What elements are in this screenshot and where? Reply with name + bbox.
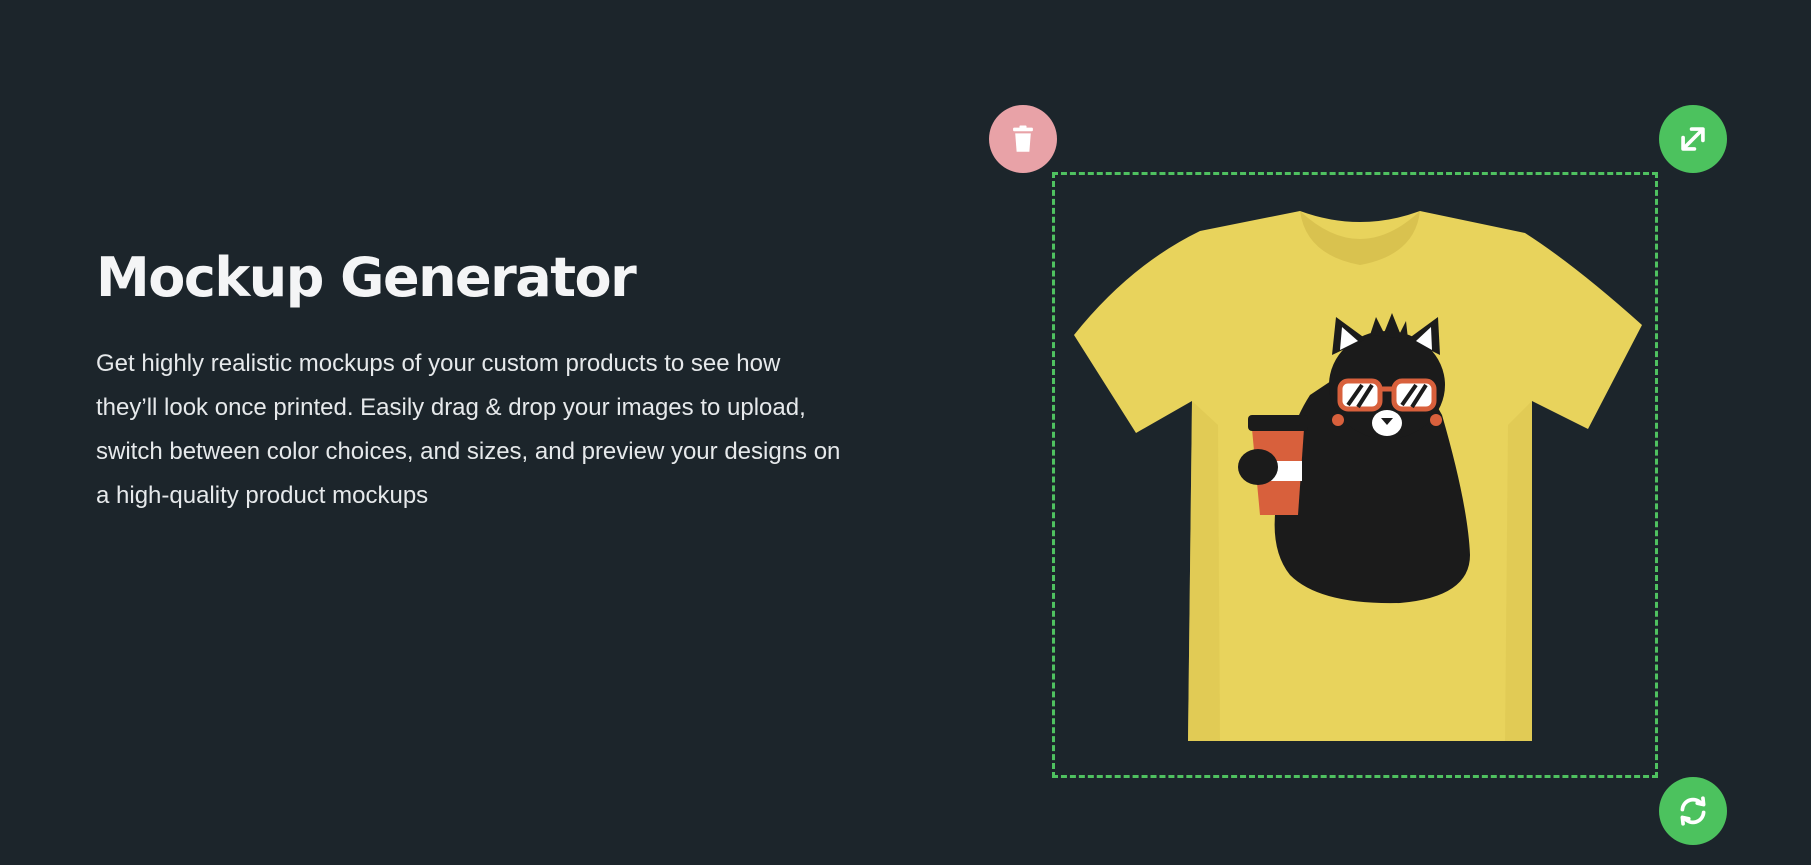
description-line: they’ll look once printed. Easily drag &… (96, 394, 806, 421)
description-line: a high-quality product mockups (96, 482, 429, 509)
trash-icon (1013, 125, 1033, 152)
hero-text: Mockup Generator Get highly realistic mo… (96, 240, 916, 518)
expand-arrows-icon (1681, 127, 1705, 151)
page-title: Mockup Generator (96, 246, 637, 309)
resize-button[interactable] (1659, 105, 1727, 173)
refresh-icon (1680, 796, 1706, 826)
description-line: Get highly realistic mockups of your cus… (96, 350, 781, 377)
delete-button[interactable] (989, 105, 1057, 173)
hero-description: Get highly realistic mockups of your cus… (96, 342, 916, 518)
rotate-button[interactable] (1659, 777, 1727, 845)
description-line: switch between color choices, and sizes,… (96, 438, 841, 465)
tshirt-mockup-image[interactable] (1070, 205, 1644, 751)
